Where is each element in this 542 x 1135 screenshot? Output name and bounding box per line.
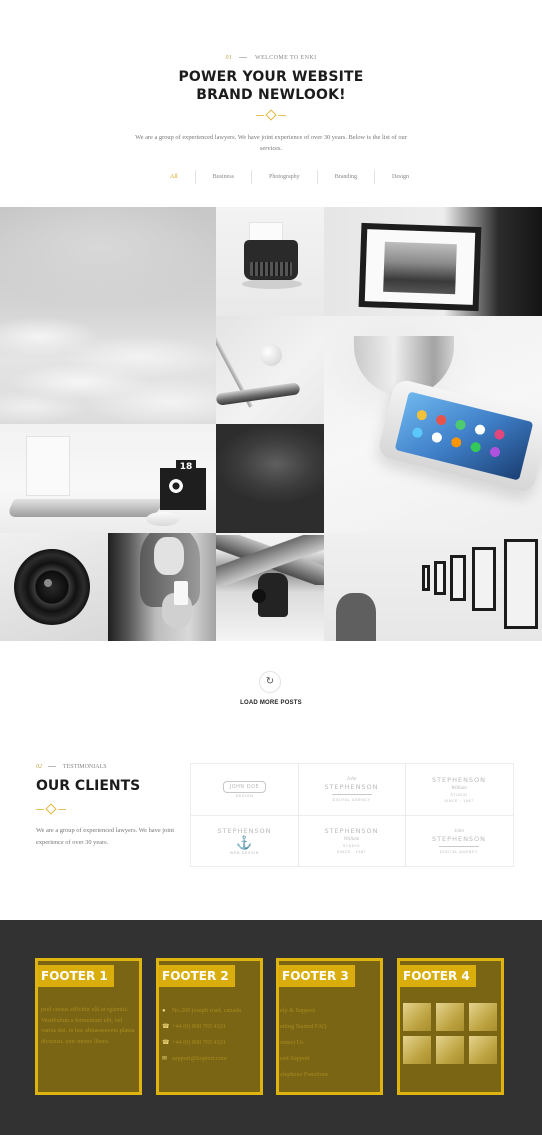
footer-link[interactable]: elp & Support bbox=[280, 1003, 328, 1019]
footer-column-4: FOOTER 4 bbox=[397, 958, 504, 1095]
footer-4-title: FOOTER 4 bbox=[400, 965, 476, 987]
instagram-grid bbox=[403, 1003, 498, 1064]
phone-icon: ☎ bbox=[162, 1024, 170, 1030]
anchor-icon: ⚓ bbox=[236, 834, 253, 850]
instagram-thumb[interactable] bbox=[436, 1036, 464, 1064]
clients-eyebrow-label: TESTIMONIALS bbox=[62, 764, 107, 770]
hero-title-line-2: BRAND NEWLOOK! bbox=[196, 87, 346, 103]
gallery-item-art-gallery[interactable] bbox=[324, 533, 542, 641]
hero-description: We are a group of experienced lawyers. W… bbox=[135, 134, 407, 152]
footer-link[interactable]: elephone Functions bbox=[280, 1067, 328, 1083]
instagram-thumb[interactable] bbox=[403, 1036, 431, 1064]
filter-photography[interactable]: Photography bbox=[251, 170, 317, 184]
filter-branding[interactable]: Branding bbox=[316, 170, 374, 184]
footer-1-text: psid cursus efficitur elit at rgismtis. … bbox=[41, 1006, 135, 1045]
client-logo-william-stephenson[interactable]: STEPHENSON William STUDIO SINCE · 1987 bbox=[405, 764, 513, 816]
hero-title: POWER YOUR WEBSITE BRAND NEWLOOK! bbox=[0, 68, 542, 104]
clients-description: We are a group of experienced lawyers. W… bbox=[36, 827, 174, 846]
gallery-item-smartphone[interactable] bbox=[324, 316, 542, 533]
clients-eyebrow: 02 TESTIMONIALS bbox=[36, 764, 107, 770]
client-logo-john-stephenson[interactable]: John STEPHENSON DIGITAL AGENCY bbox=[298, 764, 406, 816]
portfolio-filter-bar: All Business Photography Branding Design bbox=[160, 170, 426, 184]
diamond-ornament-icon bbox=[256, 109, 286, 121]
hero-title-line-1: POWER YOUR WEBSITE bbox=[178, 69, 364, 85]
contact-list: ● No.200 joseph road, canada ☎ +44 (0) 800… bbox=[162, 1003, 241, 1067]
gallery-item-dark[interactable] bbox=[216, 424, 324, 533]
section-eyebrow: 01 WELCOME TO ENKI bbox=[0, 55, 542, 61]
clients-title: OUR CLIENTS bbox=[36, 778, 141, 794]
footer-link[interactable]: etting Started FAQ bbox=[280, 1019, 328, 1035]
gallery-item-woman-phone[interactable] bbox=[108, 533, 216, 641]
footer-link[interactable]: ontact Us bbox=[280, 1035, 328, 1051]
clients-section-number: 02 bbox=[36, 764, 42, 770]
diamond-ornament-icon bbox=[36, 803, 66, 815]
instagram-thumb[interactable] bbox=[403, 1003, 431, 1031]
footer: FOOTER 1 psid cursus efficitur elit at r… bbox=[0, 920, 542, 1135]
eyebrow-label: WELCOME TO ENKI bbox=[255, 55, 317, 61]
contact-address: ● No.200 joseph road, canada bbox=[162, 1003, 241, 1019]
contact-phone[interactable]: ☎ +44 (0) 800 765 4321 bbox=[162, 1035, 241, 1051]
footer-2-title: FOOTER 2 bbox=[159, 965, 235, 987]
gallery-item-camera-lens[interactable] bbox=[0, 533, 108, 641]
instagram-thumb[interactable] bbox=[469, 1003, 497, 1031]
section-number: 01 bbox=[225, 55, 233, 61]
phone-icon: ☎ bbox=[162, 1040, 170, 1046]
footer-column-2: FOOTER 2 ● No.200 joseph road, canada ☎ +4… bbox=[156, 958, 263, 1095]
gallery-item-clouds[interactable] bbox=[0, 207, 216, 424]
client-logo-stephenson-web-design[interactable]: STEPHENSON ⚓ WEB DESIGN bbox=[191, 815, 299, 867]
gallery-item-desk[interactable]: 18 bbox=[0, 424, 216, 533]
eyebrow-divider bbox=[47, 766, 56, 768]
footer-1-title: FOOTER 1 bbox=[38, 965, 114, 987]
instagram-thumb[interactable] bbox=[469, 1036, 497, 1064]
gallery-item-mountain[interactable] bbox=[216, 533, 324, 641]
client-logo-grid: JOHN DOE DESIGN John STEPHENSON DIGITAL … bbox=[190, 763, 514, 867]
map-pin-icon: ● bbox=[162, 1008, 166, 1014]
client-logo-william-stephenson-2[interactable]: STEPHENSON William STUDIO SINCE · 1987 bbox=[298, 815, 406, 867]
load-more-button[interactable]: LOAD MORE POSTS bbox=[0, 700, 542, 706]
contact-email[interactable]: ✉ support@ttoptorr.com bbox=[162, 1051, 241, 1067]
footer-column-1: FOOTER 1 psid cursus efficitur elit at r… bbox=[35, 958, 142, 1095]
footer-links: elp & Support etting Started FAQ ontact … bbox=[280, 1003, 328, 1083]
filter-business[interactable]: Business bbox=[194, 170, 251, 184]
client-logo-john-doe[interactable]: JOHN DOE DESIGN bbox=[191, 764, 299, 816]
gallery-item-golf[interactable] bbox=[216, 316, 324, 424]
filter-design[interactable]: Design bbox=[374, 170, 426, 184]
mail-icon: ✉ bbox=[162, 1056, 168, 1062]
instagram-thumb[interactable] bbox=[436, 1003, 464, 1031]
gallery-item-typewriter[interactable] bbox=[216, 207, 324, 316]
contact-phone[interactable]: ☎ +44 (0) 800 765 4321 bbox=[162, 1019, 241, 1035]
refresh-icon[interactable]: ↻ bbox=[259, 671, 281, 693]
filter-all[interactable]: All bbox=[160, 170, 195, 184]
client-logo-john-stephenson-2[interactable]: John STEPHENSON DIGITAL AGENCY bbox=[405, 815, 513, 867]
footer-3-title: FOOTER 3 bbox=[279, 965, 355, 987]
eyebrow-divider bbox=[239, 57, 248, 59]
footer-link[interactable]: eed Support bbox=[280, 1051, 328, 1067]
gallery-item-framed-photo[interactable] bbox=[324, 207, 542, 316]
footer-column-3: FOOTER 3 elp & Support etting Started FA… bbox=[276, 958, 383, 1095]
